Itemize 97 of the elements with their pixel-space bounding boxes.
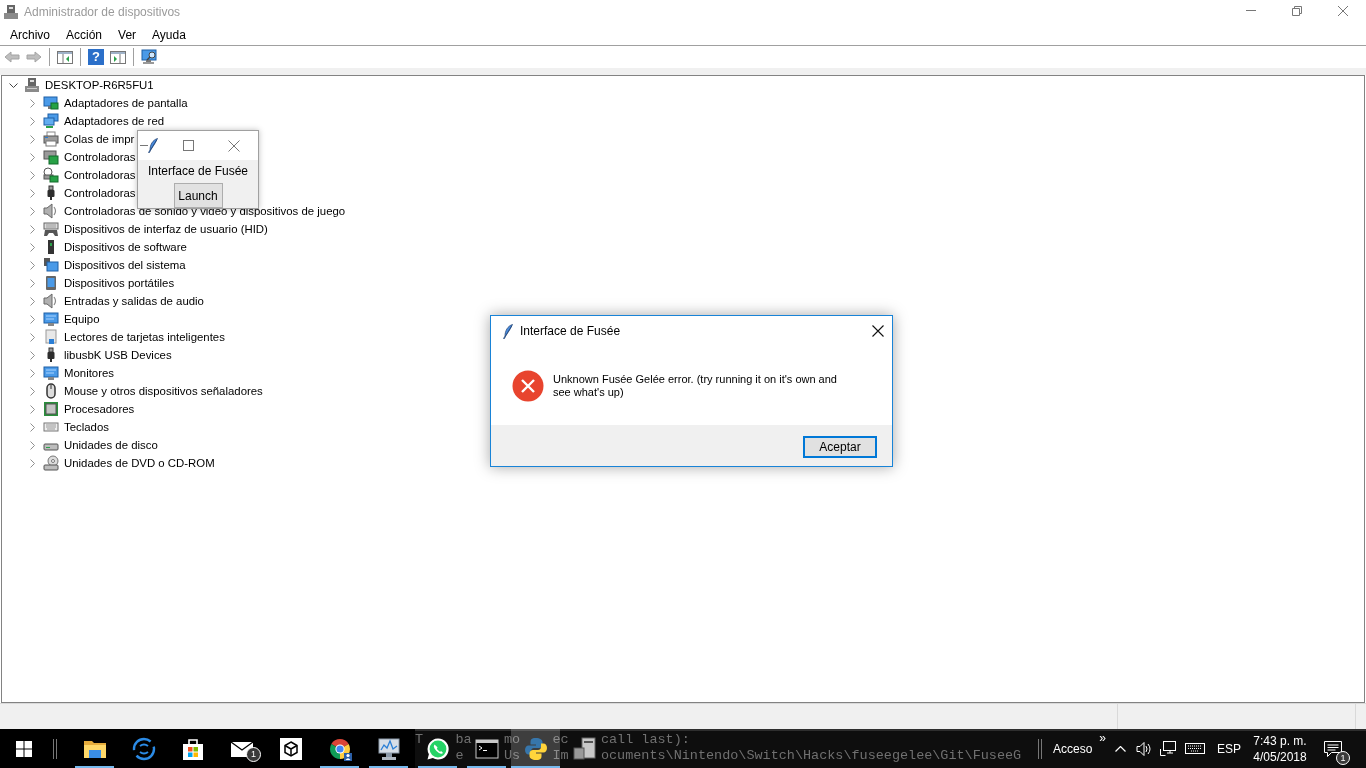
chevron-icon[interactable] (8, 82, 18, 88)
toolbar-label[interactable]: Acceso (1047, 741, 1098, 756)
tree-item[interactable]: Unidades de DVD o CD-ROM (64, 457, 215, 469)
interlocked-shapes-icon (523, 736, 548, 761)
right-pane-icon (110, 49, 126, 65)
tree-item[interactable]: Procesadores (64, 403, 135, 415)
grip-icon[interactable] (53, 738, 57, 759)
tree-item[interactable]: Entradas y salidas de audio (64, 295, 204, 307)
tree-item[interactable]: Monitores (64, 367, 114, 379)
tree-item[interactable]: Lectores de tarjetas inteligentes (64, 331, 225, 343)
cube-icon (278, 736, 303, 761)
speaker-icon (43, 293, 59, 309)
menu-item[interactable]: Archivo (2, 25, 58, 44)
terminal-icon (474, 736, 499, 761)
tree-item[interactable]: libusbK USB Devices (64, 349, 172, 361)
chevron-up-icon (1114, 745, 1126, 752)
keyboard-icon (1185, 743, 1205, 754)
chat-bubble-icon (425, 736, 450, 761)
console-text: T (415, 732, 424, 748)
tree-item[interactable]: Controladoras (64, 151, 136, 163)
speaker-icon (43, 203, 59, 219)
console-text: ocuments\Nintendo\Switch\Hacks\fuseegelee\Git\FuseeG (600, 748, 1022, 764)
language-button[interactable]: ESP (1210, 729, 1248, 768)
tree-item[interactable]: Adaptadores de red (64, 115, 165, 127)
tree-item[interactable]: Dispositivos de software (64, 241, 187, 253)
tree-item[interactable]: Unidades de disco (64, 439, 158, 451)
keyboard-icon (43, 419, 59, 435)
close-icon (1338, 5, 1348, 16)
dialog-title: Interface de Fusée (520, 324, 621, 338)
monitor-card-icon (43, 95, 59, 111)
keyboard-gamepad-icon (43, 221, 59, 237)
tree-item[interactable]: Equipo (64, 313, 100, 325)
printer-icon (43, 131, 59, 147)
left-pane-icon (57, 49, 73, 65)
minimize-icon (1246, 10, 1256, 11)
drive-card-icon (43, 167, 59, 183)
window-monitor-icon (43, 257, 59, 273)
console-text: call last): (600, 732, 690, 748)
feather-icon (503, 323, 513, 339)
device-box-icon (572, 736, 597, 761)
forward-arrow-icon (26, 49, 42, 65)
monitor-icon (43, 365, 59, 381)
tree-item[interactable]: Adaptadores de pantalla (64, 97, 188, 109)
maximize-icon[interactable] (183, 140, 194, 151)
console-text: ec (552, 732, 569, 748)
network-icon (1160, 741, 1176, 756)
monitors-icon (43, 113, 59, 129)
tricolor-circle-icon (327, 736, 352, 761)
menu-item[interactable]: Acción (58, 25, 111, 44)
console-text: Us (503, 748, 521, 764)
launch-button[interactable]: Launch (173, 183, 223, 208)
taskbar-button[interactable]: 1 (217, 729, 266, 768)
grip-icon[interactable] (1037, 738, 1042, 759)
count-badge: 1 (246, 747, 261, 762)
console-text: e (455, 748, 464, 764)
card-reader-icon (43, 329, 59, 345)
toolbar-button[interactable] (138, 47, 160, 67)
close-icon[interactable] (872, 325, 884, 337)
tree-item[interactable]: Dispositivos portátiles (64, 277, 175, 289)
menu-item[interactable]: Ayuda (144, 25, 194, 44)
speaker-icon (1136, 741, 1152, 756)
error-message: Unknown Fusée Gelée error. (try running it on it's own and see what's up) (553, 372, 838, 399)
tree-item[interactable]: Mouse y otros dispositivos señaladores (64, 385, 263, 397)
tree-item[interactable]: Controladoras (64, 187, 136, 199)
notifications-button[interactable]: 1 (1312, 729, 1354, 768)
overflow-button[interactable]: » (1097, 731, 1108, 745)
window-label: Interface de Fusée (147, 164, 249, 178)
ok-button[interactable]: Aceptar (803, 436, 877, 458)
tablet-icon (43, 275, 59, 291)
menu-item[interactable]: Ver (110, 25, 145, 44)
console-text: ba (455, 732, 472, 748)
restore-icon (1292, 5, 1302, 16)
mouse-icon (43, 383, 59, 399)
window-title: Administrador de dispositivos (24, 5, 181, 19)
help-button[interactable]: ? (88, 49, 104, 65)
start-icon (15, 740, 32, 757)
monitor-magnifier-icon (141, 49, 157, 65)
clock-date[interactable]: 4/05/2018 (1253, 748, 1307, 765)
monitor-chart-icon (376, 736, 401, 761)
disc-drive-icon (43, 455, 59, 471)
chip-icon (43, 401, 59, 417)
tree-item[interactable]: DESKTOP-R6R5FU1 (45, 79, 154, 91)
error-icon (512, 369, 544, 402)
computer-icon (4, 4, 18, 20)
tree-item[interactable]: Controladoras (64, 169, 136, 181)
tree-item[interactable]: Dispositivos del sistema (64, 259, 186, 271)
tree-item[interactable]: Teclados (64, 421, 109, 433)
tree-item[interactable]: Dispositivos de interfaz de usuario (HID) (64, 223, 268, 235)
clock-time[interactable]: 7:43 p. m. (1253, 732, 1307, 749)
back-arrow-icon (4, 49, 20, 65)
notification-icon (1324, 740, 1342, 757)
ring-icon (131, 736, 156, 761)
shopping-bag-icon (180, 736, 205, 761)
tree-item[interactable]: Colas de impr (64, 133, 135, 145)
circuit-card-icon (43, 149, 59, 165)
feather-icon (148, 138, 158, 153)
monitor-icon (43, 311, 59, 327)
